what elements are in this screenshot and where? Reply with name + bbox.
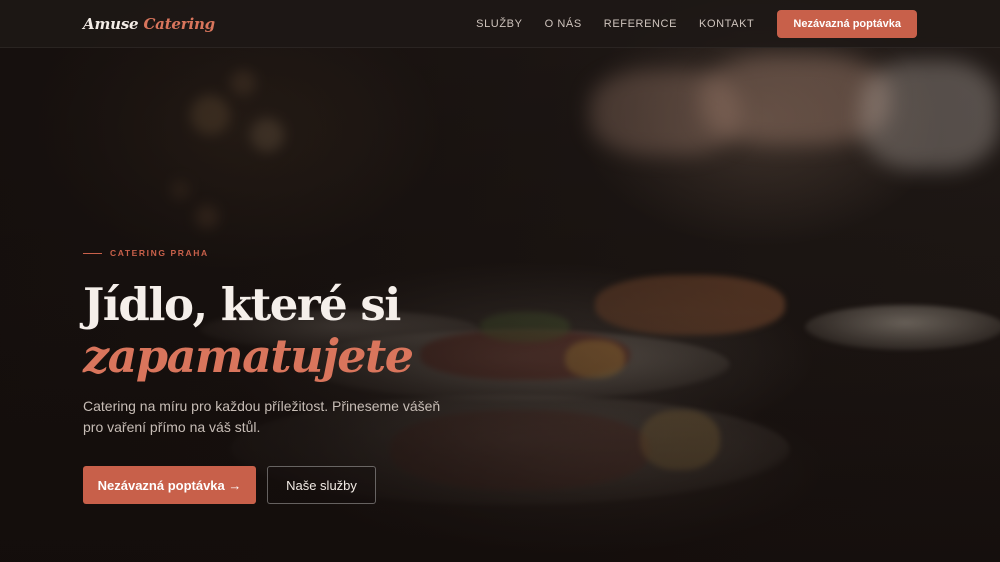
- nav-link-kontakt[interactable]: KONTAKT: [699, 18, 754, 30]
- logo-main-text: Amuse: [83, 14, 139, 33]
- nav-link-o-nas[interactable]: O NÁS: [545, 18, 582, 30]
- inquiry-button[interactable]: Nezávazná poptávka →: [83, 466, 256, 504]
- headline-line-1: Jídlo, které si: [83, 278, 401, 331]
- hero-content: CATERING PRAHA Jídlo, které si zapamatuj…: [83, 248, 453, 504]
- our-services-button[interactable]: Naše služby: [267, 466, 376, 504]
- hero-subtitle: Catering na míru pro každou příležitost.…: [83, 398, 441, 435]
- eyebrow-line: [83, 252, 102, 254]
- hero-section: Amuse Catering SLUŽBY O NÁS REFERENCE KO…: [0, 0, 1000, 562]
- logo-accent-text: Catering: [143, 14, 215, 33]
- nav-link-reference[interactable]: REFERENCE: [604, 18, 677, 30]
- hero-actions: Nezávazná poptávka → Naše služby: [83, 466, 453, 504]
- eyebrow-text: CATERING PRAHA: [110, 248, 209, 258]
- headline-line-2: zapamatujete: [83, 329, 414, 383]
- nav-links: SLUŽBY O NÁS REFERENCE KONTAKT Nezávazná…: [454, 9, 917, 38]
- nav-link-sluzby[interactable]: SLUŽBY: [476, 18, 522, 30]
- hero-headline: Jídlo, které si zapamatujete: [83, 278, 453, 383]
- logo[interactable]: Amuse Catering: [83, 15, 215, 33]
- eyebrow: CATERING PRAHA: [83, 248, 453, 258]
- nav-inquiry-button[interactable]: Nezávazná poptávka: [777, 9, 917, 38]
- top-navbar: Amuse Catering SLUŽBY O NÁS REFERENCE KO…: [0, 0, 1000, 48]
